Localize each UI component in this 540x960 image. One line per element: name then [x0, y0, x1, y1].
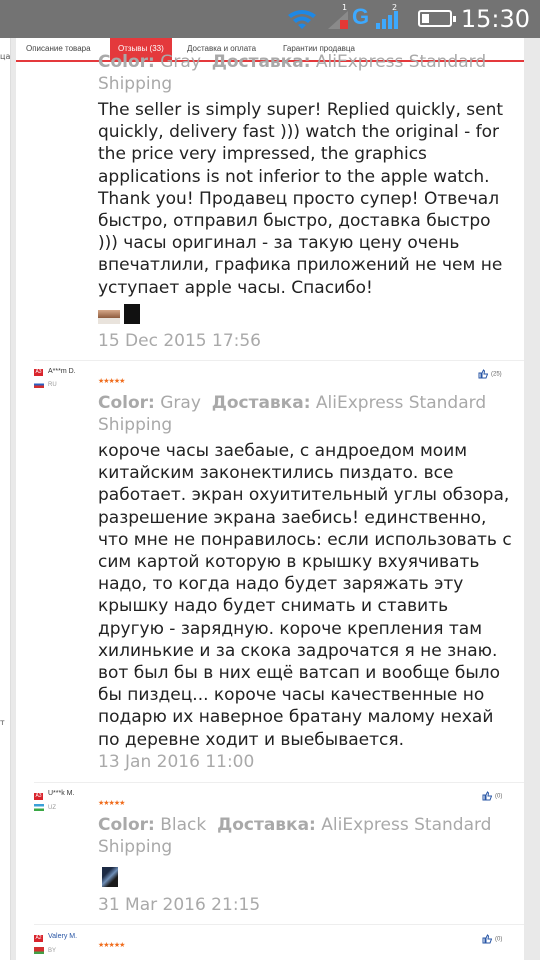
network-type-label: G	[352, 4, 370, 29]
status-bar: 1 G 2 15:30	[0, 0, 540, 38]
reviewer-name[interactable]: A***m D.	[48, 368, 76, 375]
thumbs-up-icon	[478, 369, 489, 379]
buyer-level-badge: A3	[34, 369, 43, 376]
helpful-count: (0)	[495, 936, 503, 943]
reviews-panel: Описание товара Отзывы (33) Доставка и о…	[16, 38, 524, 960]
sim1-label: 1	[342, 3, 348, 12]
review-date: 13 Jan 2016 11:00	[98, 752, 255, 772]
background-page-edge: ца т	[0, 38, 11, 960]
review-date: 31 Mar 2016 21:15	[98, 895, 261, 915]
reviewer-name[interactable]: U***k M.	[48, 790, 74, 797]
wifi-icon	[288, 10, 316, 29]
helpful-count: (0)	[495, 793, 503, 800]
background-fragment: ца	[0, 52, 11, 61]
review-date: 15 Dec 2015 17:56	[98, 331, 261, 351]
country-flag-icon	[34, 381, 44, 388]
reviewer-country: UZ	[48, 805, 56, 811]
tab-description[interactable]: Описание товара	[26, 38, 91, 60]
signal-sim1-icon	[328, 11, 348, 29]
review-text: The seller is simply super! Replied quic…	[98, 100, 504, 298]
divider	[34, 924, 524, 925]
reviewer-country: BY	[48, 948, 57, 954]
buyer-level-badge: A2	[34, 935, 43, 942]
thumbs-up-icon	[482, 791, 493, 801]
review-text: короче часы заебаые, с андроедом моим ки…	[98, 441, 512, 750]
battery-icon	[418, 10, 456, 27]
review-attributes: Color: Gray Доставка: AliExpress Standar…	[98, 393, 487, 435]
helpful-count: (25)	[491, 371, 502, 378]
review-photo-thumbnail[interactable]	[98, 304, 120, 324]
rating-stars: ★★★★★	[98, 377, 125, 385]
rating-stars: ★★★★★	[98, 799, 125, 807]
review-photo-thumbnail[interactable]	[102, 867, 118, 887]
review-photo-thumbnail[interactable]	[124, 304, 140, 324]
buyer-level-badge: A3	[34, 793, 43, 800]
review-attributes: Color: Gray Доставка: AliExpress Standar…	[98, 52, 487, 94]
divider	[34, 360, 524, 361]
clock: 15:30	[460, 5, 530, 33]
review-attributes: Color: Black Доставка: AliExpress Standa…	[98, 815, 492, 857]
background-fragment: т	[0, 718, 5, 727]
helpful-button[interactable]: (0)	[482, 934, 502, 944]
country-flag-icon	[34, 947, 44, 954]
divider	[34, 782, 524, 783]
country-flag-icon	[34, 804, 44, 811]
sim2-label: 2	[392, 3, 398, 12]
reviewer-country: RU	[48, 382, 57, 388]
rating-stars: ★★★★★	[98, 941, 125, 949]
thumbs-up-icon	[482, 934, 493, 944]
helpful-button[interactable]: (0)	[482, 791, 502, 801]
helpful-button[interactable]: (25)	[478, 369, 502, 379]
reviewer-name[interactable]: Valery M.	[48, 933, 77, 940]
